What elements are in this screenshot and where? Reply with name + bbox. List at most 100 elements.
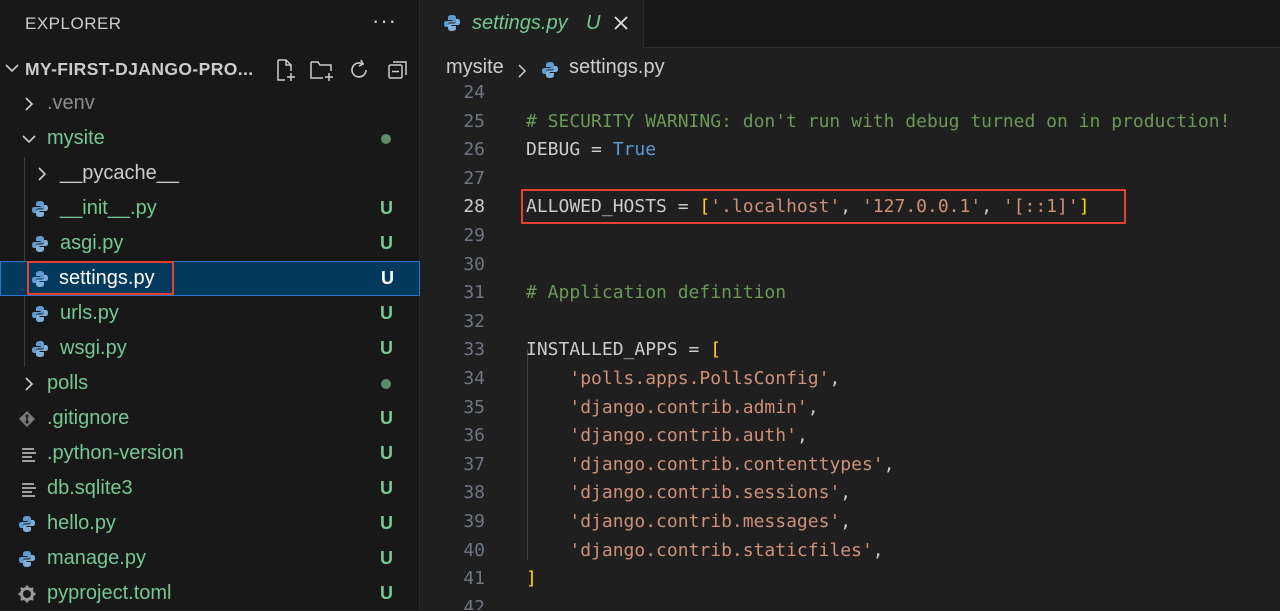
line-number: 24 — [463, 82, 485, 103]
tree-item-label: __pycache__ — [60, 162, 179, 184]
highlight-box — [27, 261, 174, 295]
line-number: 42 — [463, 596, 485, 610]
close-icon[interactable] — [611, 13, 631, 33]
line-number: 30 — [463, 253, 485, 275]
gear-icon — [18, 585, 36, 603]
code-token: , — [807, 396, 819, 418]
line-number: 34 — [463, 368, 485, 389]
code-line: 'django.contrib.auth', — [526, 425, 808, 447]
line-number: 31 — [463, 282, 485, 304]
chevron-down-icon — [5, 64, 19, 73]
chevron-right-icon — [25, 97, 34, 111]
code-token: , — [840, 196, 862, 218]
python-icon — [19, 516, 35, 532]
line-number: 25 — [463, 110, 485, 132]
refresh-icon[interactable] — [347, 58, 371, 82]
tree-item-mysite[interactable]: mysite — [0, 121, 420, 156]
line-number: 32 — [463, 310, 485, 332]
tree-item-label: asgi.py — [60, 232, 124, 254]
tree-item-label: manage.py — [47, 547, 146, 569]
tree-item-gitignore[interactable]: .gitignore U — [0, 401, 420, 436]
code-token: 'django.contrib.sessions' — [569, 482, 841, 504]
project-name: MY-FIRST-DJANGO-PRO... — [25, 59, 254, 79]
chevron-right-icon — [25, 377, 34, 391]
explorer-header: EXPLORER ··· — [0, 0, 420, 48]
collapse-all-icon[interactable] — [386, 58, 410, 82]
line-number: 28 — [463, 196, 485, 218]
editor-pane: settings.py U mysite settings.py 24 25 # S… — [421, 0, 1280, 610]
python-icon — [32, 341, 48, 357]
git-icon — [19, 411, 35, 427]
tree-item-pyproject-toml[interactable]: pyproject.toml U — [0, 576, 420, 611]
tree-item-pycache[interactable]: __pycache__ — [0, 156, 420, 191]
tree-item-label: .venv — [47, 92, 95, 114]
code-token: , — [829, 368, 841, 389]
code-token: 'django.contrib.staticfiles' — [569, 539, 873, 561]
untracked-badge: U — [380, 513, 393, 533]
untracked-badge: U — [380, 233, 393, 253]
code-token: [ — [699, 196, 711, 218]
untracked-badge: U — [380, 478, 393, 498]
tree-item-python-version[interactable]: .python-version U — [0, 436, 420, 471]
tree-item-hello-py[interactable]: hello.py U — [0, 506, 420, 541]
more-actions-icon[interactable]: ··· — [372, 8, 397, 34]
code-token: 'polls.apps.PollsConfig' — [569, 368, 830, 389]
tree-item-polls[interactable]: polls — [0, 366, 420, 401]
tab-label: settings.py — [472, 12, 568, 34]
code-line: ALLOWED_HOSTS = ['.localhost', '127.0.0.… — [526, 196, 1090, 217]
tree-item-venv[interactable]: .venv — [0, 86, 420, 121]
text-file-icon — [22, 483, 36, 497]
project-header[interactable]: MY-FIRST-DJANGO-PRO... — [0, 52, 420, 86]
tree-item-init-py[interactable]: __init__.py U — [0, 191, 420, 226]
line-number: 33 — [463, 339, 485, 361]
untracked-badge: U — [381, 268, 394, 288]
python-icon — [32, 236, 48, 252]
explorer-title: EXPLORER — [25, 14, 122, 33]
line-number: 27 — [463, 167, 485, 189]
tree-item-asgi-py[interactable]: asgi.py U — [0, 226, 420, 261]
tree-item-wsgi-py[interactable]: wsgi.py U — [0, 331, 420, 366]
breadcrumb-file[interactable]: settings.py — [569, 56, 665, 79]
tree-item-label: polls — [47, 372, 89, 394]
python-icon — [444, 15, 460, 31]
untracked-badge: U — [380, 548, 393, 568]
python-icon — [19, 551, 35, 567]
line-number: 37 — [463, 453, 485, 475]
line-number: 39 — [463, 511, 485, 532]
untracked-badge: U — [380, 303, 393, 323]
new-folder-icon[interactable] — [309, 58, 335, 82]
code-line: 'django.contrib.admin', — [526, 396, 819, 418]
code-token: '127.0.0.1' — [861, 196, 982, 218]
tree-item-label: .gitignore — [47, 407, 130, 429]
breadcrumb-folder[interactable]: mysite — [446, 56, 504, 79]
code-token: , — [872, 539, 884, 561]
code-token: [ — [710, 339, 722, 361]
tab-settings-py[interactable]: settings.py U — [421, 0, 644, 48]
code-token: , — [796, 425, 808, 447]
untracked-badge: U — [380, 443, 393, 463]
code-line: 'polls.apps.PollsConfig', — [526, 368, 840, 389]
code-area[interactable]: 24 25 # SECURITY WARNING: don't run with d… — [421, 78, 1280, 610]
python-icon — [542, 62, 558, 78]
tree-item-label: mysite — [47, 127, 105, 149]
tree-item-db-sqlite3[interactable]: db.sqlite3 U — [0, 471, 420, 506]
new-file-icon[interactable] — [273, 58, 297, 82]
tree-item-urls-py[interactable]: urls.py U — [0, 296, 420, 331]
tree-item-label: wsgi.py — [60, 337, 127, 359]
code-token: , — [840, 482, 852, 504]
code-line: 'django.contrib.messages', — [526, 511, 851, 532]
code-token: 'django.contrib.auth' — [569, 425, 797, 447]
tab-status-badge: U — [586, 12, 601, 34]
tree-item-manage-py[interactable]: manage.py U — [0, 541, 420, 576]
code-token: , — [840, 511, 852, 532]
code-line: 'django.contrib.staticfiles', — [526, 539, 884, 561]
python-icon — [32, 201, 48, 217]
untracked-badge: U — [380, 408, 393, 428]
chevron-right-icon — [518, 64, 527, 78]
code-token: , — [883, 453, 895, 475]
line-number: 41 — [463, 568, 485, 590]
code-line: # Application definition — [526, 282, 786, 303]
